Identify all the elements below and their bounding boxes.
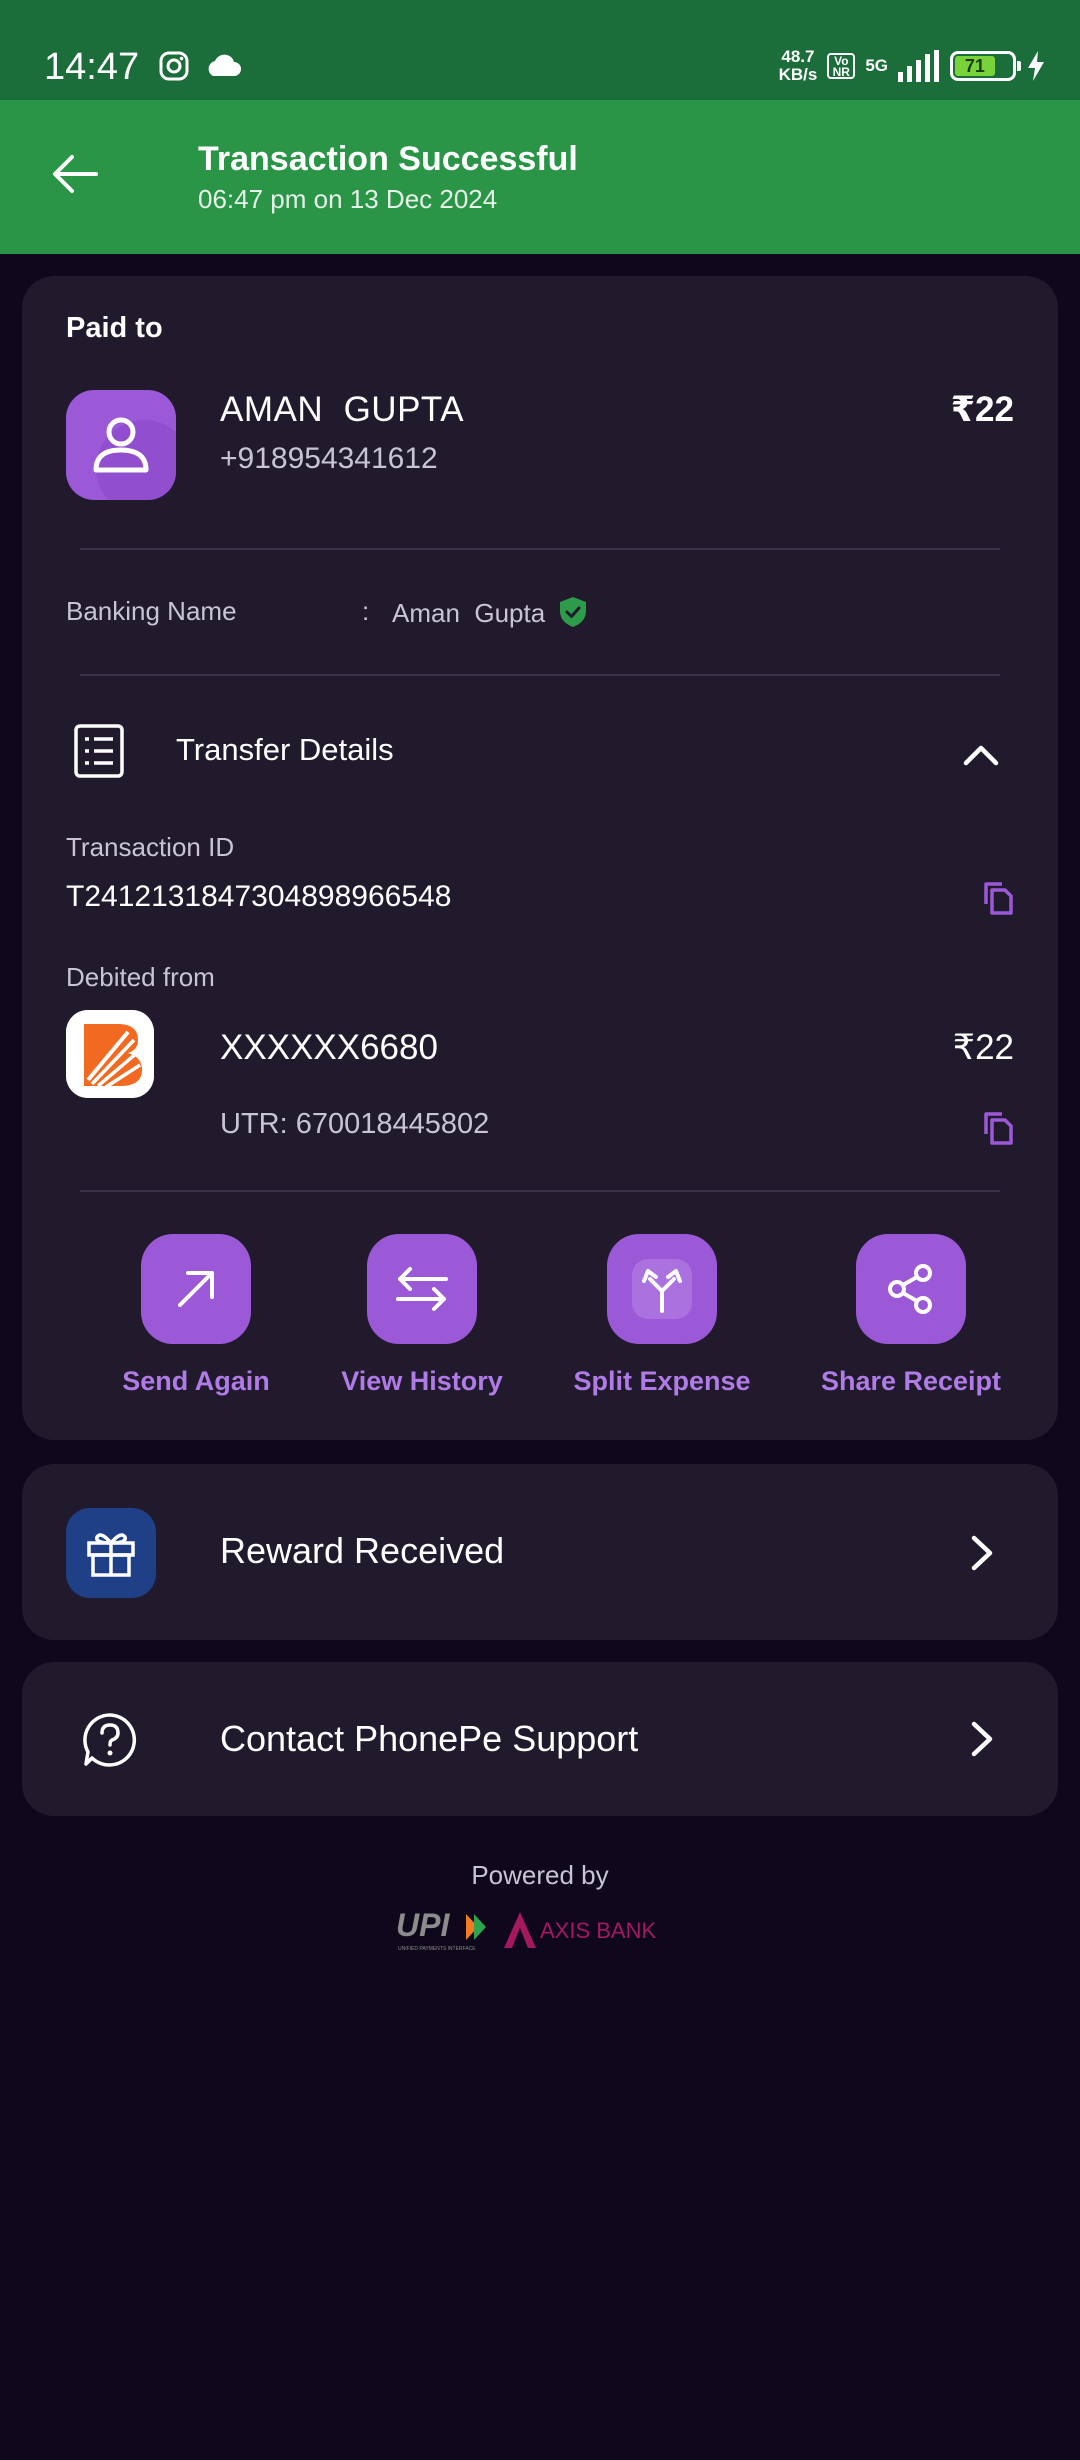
help-question-icon [83,1713,137,1767]
swap-arrows-icon [396,1267,448,1311]
page-title: Transaction Successful [198,140,578,178]
view-history-label: View History [341,1366,503,1396]
copy-icon[interactable] [980,1110,1014,1146]
verified-shield-icon [560,597,586,627]
view-history-button[interactable]: View History [312,1234,532,1397]
battery-indicator: 71 [950,51,1021,81]
instagram-icon [159,51,189,81]
paid-to-label: Paid to [66,312,163,344]
chevron-right-icon [971,1721,993,1757]
gift-tile [66,1508,156,1598]
charging-icon [1028,51,1044,81]
divider [80,674,1000,676]
partner-logos: UPI UNIFIED PAYMENTS INTERFACE AXIS BANK [396,1907,656,1952]
transaction-id-label: Transaction ID [66,832,235,862]
send-again-icon-tile[interactable] [141,1234,251,1344]
back-arrow-icon[interactable] [46,144,106,204]
status-indicators: 48.7 KB/s Vo NR 5G 71 [779,48,1046,84]
upi-logo: UPI UNIFIED PAYMENTS INTERFACE [396,1907,486,1952]
split-icon [632,1259,692,1319]
bank-logo [66,1010,154,1098]
divider [80,548,1000,550]
app-header: Transaction Successful 06:47 pm on 13 De… [0,100,1080,254]
share-receipt-button[interactable]: Share Receipt [801,1234,1021,1397]
transaction-id-value: T2412131847304898966548 [66,880,452,913]
contact-support-label: Contact PhonePe Support [220,1718,639,1759]
share-receipt-icon-tile[interactable] [856,1234,966,1344]
utr-number: UTR: 670018445802 [220,1108,490,1140]
person-icon [93,417,176,500]
gift-icon [87,1533,135,1577]
svg-text:AXIS BANK: AXIS BANK [540,1918,656,1943]
reward-received-label: Reward Received [220,1530,505,1571]
banking-name-label: Banking Name [66,596,237,626]
view-history-icon-tile[interactable] [367,1234,477,1344]
split-expense-label: Split Expense [573,1366,751,1396]
banking-name-value: Aman Gupta [392,598,546,628]
signal-icon [898,50,939,82]
status-time: 14:47 [44,46,140,88]
split-expense-icon-tile[interactable] [607,1234,717,1344]
contact-support-row[interactable]: Contact PhonePe Support [22,1662,1058,1816]
network-speed: 48.7 KB/s [778,47,818,84]
share-receipt-label: Share Receipt [820,1366,1002,1396]
share-icon [888,1264,932,1314]
send-again-button[interactable]: Send Again [86,1234,306,1397]
svg-text:UNIFIED PAYMENTS INTERFACE: UNIFIED PAYMENTS INTERFACE [398,1946,476,1952]
volte-badge: Vo NR [827,53,856,79]
svg-text:UPI: UPI [396,1907,450,1943]
network-type: 5G [865,56,888,75]
transfer-details-title[interactable]: Transfer Details [176,732,394,768]
split-expense-button[interactable]: Split Expense [552,1234,772,1397]
payee-name: AMAN GUPTA [220,390,465,429]
status-bar: 14:47 48.7 KB/s Vo NR 5G 71 [0,0,1080,100]
debited-account-number: XXXXXX6680 [220,1028,438,1067]
send-again-label: Send Again [122,1366,270,1396]
debited-amount: ₹22 [952,1028,1014,1067]
powered-by-label: Powered by [471,1860,609,1890]
payee-phone: +918954341612 [220,442,438,475]
copy-icon[interactable] [980,880,1014,916]
receipt-list-icon [74,724,124,778]
payee-avatar [66,390,176,500]
chevron-right-icon [971,1535,993,1571]
bank-of-baroda-logo-icon [66,1010,154,1098]
axis-bank-logo: AXIS BANK [504,1912,656,1948]
reward-received-row[interactable]: Reward Received [22,1464,1058,1640]
chevron-up-icon[interactable] [960,734,1002,776]
transaction-card: Paid to AMAN GUPTA +918954341612 ₹22 Ban… [22,276,1058,1440]
debited-from-label: Debited from [66,962,215,992]
transaction-timestamp: 06:47 pm on 13 Dec 2024 [198,184,498,214]
quick-actions: Send Again View History Split Expense Sh… [22,1234,1058,1414]
cloud-icon [208,54,241,76]
payment-amount: ₹22 [950,390,1014,429]
divider [80,1190,1000,1192]
banking-name-separator: : [362,596,370,626]
arrow-up-right-icon [178,1271,214,1307]
